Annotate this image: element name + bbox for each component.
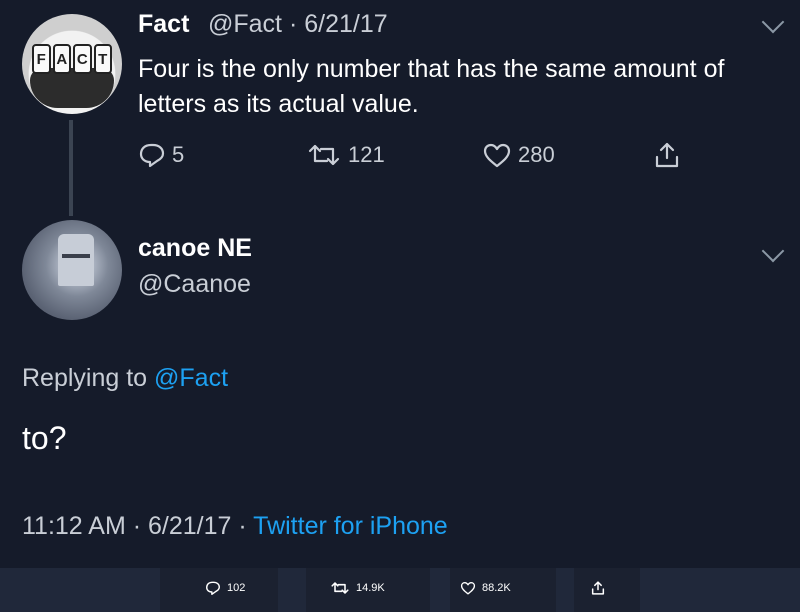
retweet-icon [308, 144, 340, 166]
like-count: 280 [518, 142, 555, 167]
like-button[interactable]: 280 [482, 142, 555, 168]
original-tweet-text: Four is the only number that has the sam… [138, 55, 725, 118]
bar-retweet-button[interactable]: 14.9K [330, 580, 385, 596]
retweet-count: 121 [348, 142, 385, 167]
bar-like-count: 88.2K [482, 582, 511, 594]
retweet-icon [331, 582, 349, 594]
bar-segment [556, 568, 574, 612]
share-button[interactable] [652, 140, 682, 170]
original-handle-date[interactable]: @Fact · 6/21/17 [208, 10, 388, 39]
bar-retweet-count: 14.9K [356, 582, 385, 594]
bar-reply-count: 102 [227, 582, 246, 594]
fact-avatar[interactable]: F A C T [22, 14, 122, 114]
bar-segment [640, 568, 800, 612]
tweet-source-link[interactable]: Twitter for iPhone [253, 512, 448, 540]
fact-avatar-letters: F A C T [32, 44, 112, 74]
reply-icon [206, 581, 220, 595]
bottom-action-bar: 102 14.9K 88.2K [0, 568, 800, 612]
helmet-visor [62, 254, 90, 258]
like-icon [460, 582, 476, 595]
bar-segment [430, 568, 450, 612]
bar-like-button[interactable]: 88.2K [460, 580, 511, 596]
share-icon [591, 581, 605, 595]
replying-to-line: Replying to @Fact [22, 364, 228, 393]
tweet-meta: 11:12 AM · 6/21/17 · Twitter for iPhone [22, 512, 448, 541]
fist-image [30, 68, 114, 108]
reply-author-name[interactable]: canoe NE [138, 234, 252, 263]
replying-mention-link[interactable]: @Fact [154, 364, 228, 392]
avatar-letter: A [52, 44, 71, 74]
avatar-letter: T [93, 44, 112, 74]
reply-button[interactable]: 5 [138, 142, 184, 168]
helmet-image [58, 234, 94, 286]
avatar-letter: F [32, 44, 51, 74]
reply-icon [139, 143, 165, 168]
bar-segment [0, 568, 160, 612]
original-author-name[interactable]: Fact [138, 10, 189, 39]
thread-connector-line [69, 120, 73, 216]
tweet-timestamp[interactable]: 11:12 AM · 6/21/17 · [22, 512, 247, 540]
chevron-down-icon[interactable] [761, 10, 785, 34]
share-icon [655, 142, 679, 168]
like-icon [483, 143, 511, 168]
bar-reply-button[interactable]: 102 [205, 580, 245, 596]
reply-author-handle[interactable]: @Caanoe [138, 270, 251, 299]
retweet-button[interactable]: 121 [306, 142, 385, 168]
bar-share-button[interactable] [590, 580, 606, 596]
canoe-avatar[interactable] [22, 220, 122, 320]
reply-count: 5 [172, 142, 185, 167]
reply-tweet-text: to? [22, 420, 67, 456]
bar-segment [278, 568, 306, 612]
replying-prefix: Replying to [22, 364, 148, 392]
chevron-down-icon[interactable] [761, 239, 785, 263]
avatar-letter: C [73, 44, 92, 74]
